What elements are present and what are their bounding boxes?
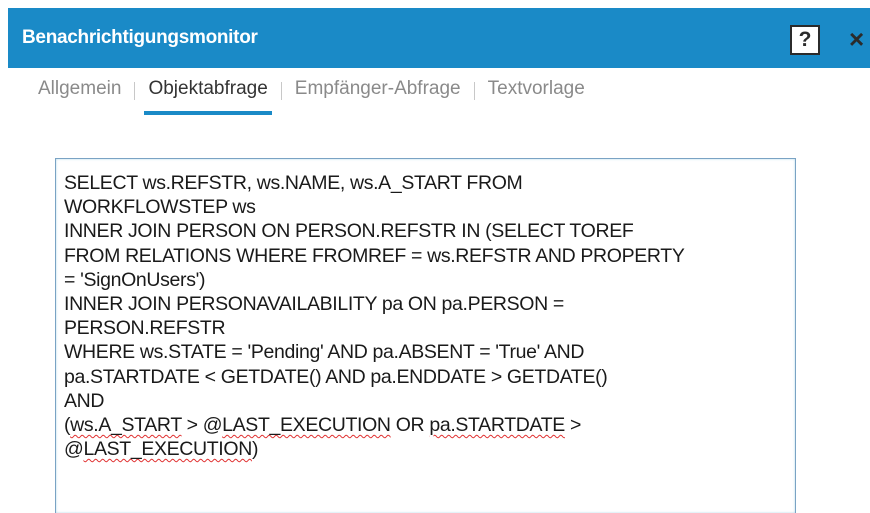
- spellcheck-word: LAST_EXECUTION: [222, 414, 391, 437]
- query-line: @LAST_EXECUTION): [64, 437, 787, 461]
- tab-separator: [473, 82, 475, 100]
- tab-empfaenger-abfrage[interactable]: Empfänger-Abfrage: [295, 76, 461, 112]
- tab-objektabfrage[interactable]: Objektabfrage: [144, 76, 272, 115]
- query-line: FROM RELATIONS WHERE FROMREF = ws.REFSTR…: [64, 244, 685, 267]
- query-text: ): [251, 438, 259, 461]
- query-text: OR: [390, 414, 430, 437]
- query-line: pa.STARTDATE < GETDATE() AND pa.ENDDATE …: [64, 365, 608, 388]
- notification-monitor-dialog: Benachrichtigungsmonitor ? × Allgemein O…: [0, 0, 870, 513]
- query-line: SELECT ws.REFSTR, ws.NAME, ws.A_START FR…: [64, 172, 523, 194]
- spellcheck-word: ws.A_START: [70, 414, 182, 437]
- object-query-textarea[interactable]: SELECT ws.REFSTR, ws.NAME, ws.A_START FR…: [55, 158, 796, 513]
- query-line: INNER JOIN PERSON ON PERSON.REFSTR IN (S…: [64, 220, 634, 243]
- query-line: PERSON.REFSTR: [64, 317, 226, 340]
- query-text: > @: [181, 414, 223, 437]
- tab-textvorlage[interactable]: Textvorlage: [488, 76, 585, 112]
- tab-separator: [280, 82, 282, 100]
- query-text: @: [64, 438, 84, 461]
- spellcheck-word: LAST_EXECUTION: [83, 438, 252, 461]
- tab-bar: Allgemein Objektabfrage Empfänger-Abfrag…: [38, 76, 585, 116]
- query-text: >: [564, 414, 582, 437]
- tab-allgemein[interactable]: Allgemein: [38, 76, 121, 112]
- dialog-titlebar: Benachrichtigungsmonitor ? ×: [8, 8, 870, 68]
- query-line: = 'SignOnUsers'): [64, 268, 206, 291]
- query-line: INNER JOIN PERSONAVAILABILITY pa ON pa.P…: [64, 293, 564, 316]
- tab-separator: [134, 82, 136, 100]
- active-tab-indicator: [144, 111, 272, 115]
- query-line: AND: [64, 389, 105, 412]
- query-line: WORKFLOWSTEP ws: [64, 196, 256, 219]
- dialog-title: Benachrichtigungsmonitor: [22, 27, 258, 48]
- spellcheck-word: pa.STARTDATE: [429, 414, 565, 437]
- close-button[interactable]: ×: [849, 24, 869, 54]
- query-line: WHERE ws.STATE = 'Pending' AND pa.ABSENT…: [64, 341, 585, 364]
- tab-objektabfrage-label: Objektabfrage: [148, 78, 268, 99]
- help-button[interactable]: ?: [790, 25, 820, 55]
- query-line: (ws.A_START > @LAST_EXECUTION OR pa.STAR…: [64, 413, 787, 437]
